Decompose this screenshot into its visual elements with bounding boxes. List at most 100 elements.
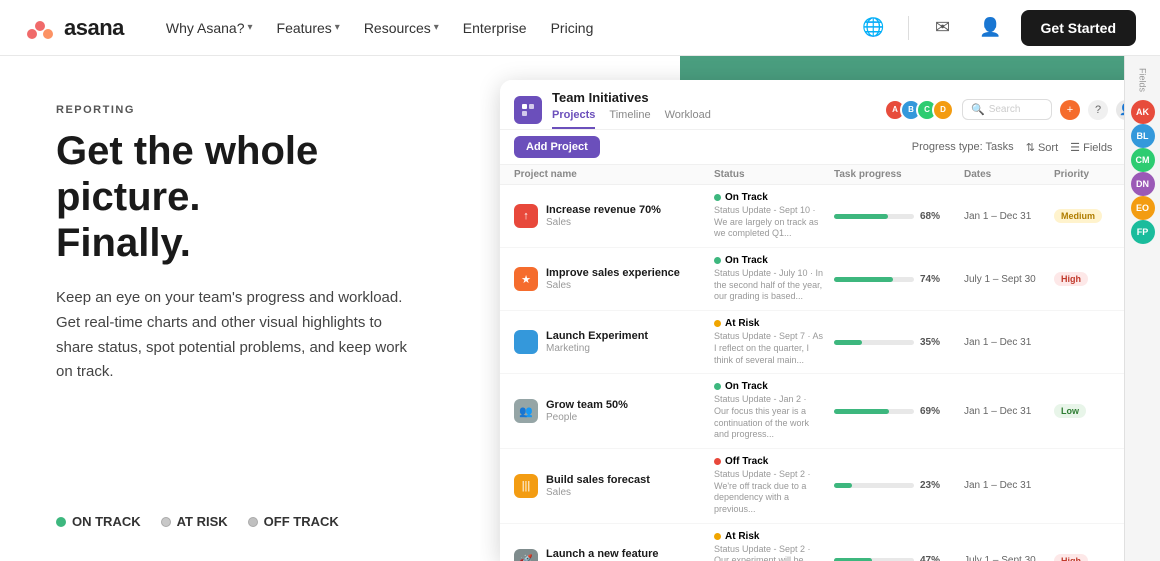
project-cell: 🚀 Launch a new feature Product: [514, 548, 714, 561]
status-badge: At Risk: [714, 531, 834, 542]
globe-icon[interactable]: 🌐: [856, 10, 892, 46]
progress-bar-bg: [834, 483, 914, 488]
status-dot: [714, 257, 721, 264]
project-name: Increase revenue 70%: [546, 204, 661, 217]
priority-badge: High: [1054, 272, 1088, 286]
project-icon: ★: [514, 267, 538, 291]
main-content: REPORTING Get the whole picture. Finally…: [0, 56, 1160, 561]
nav-right: 🌐 ✉ 👤 Get Started: [856, 10, 1136, 46]
table-row[interactable]: ★ Improve sales experience Sales On Trac…: [500, 248, 1150, 311]
dates-cell: Jan 1 – Dec 31: [964, 406, 1054, 417]
tab-projects[interactable]: Projects: [552, 109, 595, 129]
table-row[interactable]: ↑ Increase revenue 70% Sales On Track St…: [500, 185, 1150, 248]
navbar: asana Why Asana? ▾ Features ▾ Resources …: [0, 0, 1160, 56]
message-icon[interactable]: ✉: [925, 10, 961, 46]
side-avatar: FP: [1131, 220, 1155, 244]
widget-header-left: Team Initiatives Projects Timeline Workl…: [514, 90, 711, 129]
get-started-button[interactable]: Get Started: [1021, 10, 1136, 46]
logo[interactable]: asana: [24, 12, 124, 44]
on-track-dot: [56, 517, 66, 527]
nav-resources[interactable]: Resources ▾: [354, 14, 449, 42]
legend-off-track: OFF TRACK: [248, 514, 339, 529]
dates-cell: July 1 – Sept 30: [964, 555, 1054, 561]
table-body: ↑ Increase revenue 70% Sales On Track St…: [500, 185, 1150, 561]
status-cell: On Track Status Update - July 10 · In th…: [714, 255, 834, 303]
status-dot: [714, 458, 721, 465]
project-cell: ||| Build sales forecast Sales: [514, 474, 714, 498]
project-dept: Marketing: [546, 343, 648, 354]
search-icon: 🔍: [971, 103, 985, 116]
side-avatars: AKBLCMDNEOFP: [1131, 100, 1155, 244]
user-icon[interactable]: 👤: [973, 10, 1009, 46]
chevron-down-icon: ▾: [335, 22, 340, 33]
nav-features[interactable]: Features ▾: [267, 14, 350, 42]
tab-workload[interactable]: Workload: [665, 109, 711, 129]
progress-cell: 69%: [834, 406, 964, 417]
priority-cell: Low: [1054, 404, 1124, 418]
sort-button[interactable]: ⇅ Sort: [1026, 141, 1058, 154]
progress-bar-bg: [834, 214, 914, 219]
progress-bar-bg: [834, 277, 914, 282]
widget-header: Team Initiatives Projects Timeline Workl…: [500, 80, 1150, 130]
progress-type-selector[interactable]: Progress type: Tasks: [912, 141, 1014, 153]
progress-bar-bg: [834, 340, 914, 345]
widget-toolbar: Add Project Progress type: Tasks ⇅ Sort …: [500, 130, 1150, 164]
priority-badge: Medium: [1054, 209, 1102, 223]
project-cell: Launch Experiment Marketing: [514, 330, 714, 354]
side-panel: Fields AKBLCMDNEOFP: [1124, 56, 1160, 561]
nav-why-asana[interactable]: Why Asana? ▾: [156, 14, 263, 42]
help-icon[interactable]: ?: [1088, 100, 1108, 120]
priority-cell: High: [1054, 272, 1124, 286]
table-row[interactable]: 🚀 Launch a new feature Product At Risk S…: [500, 524, 1150, 561]
progress-cell: 74%: [834, 274, 964, 285]
nav-pricing[interactable]: Pricing: [541, 14, 604, 42]
reporting-label: REPORTING: [56, 104, 432, 116]
side-avatar: AK: [1131, 100, 1155, 124]
project-cell: ↑ Increase revenue 70% Sales: [514, 204, 714, 228]
status-badge: Off Track: [714, 456, 834, 467]
progress-cell: 35%: [834, 337, 964, 348]
status-update: Status Update - Sept 10 · We are largely…: [714, 205, 824, 240]
project-name: Build sales forecast: [546, 474, 650, 487]
progress-percent: 68%: [920, 211, 946, 222]
project-name: Launch Experiment: [546, 330, 648, 343]
project-cell: 👥 Grow team 50% People: [514, 399, 714, 423]
tab-timeline[interactable]: Timeline: [609, 109, 650, 129]
status-badge: At Risk: [714, 318, 834, 329]
progress-cell: 47%: [834, 555, 964, 561]
headline: Get the whole picture. Finally.: [56, 128, 432, 266]
hero-content: REPORTING Get the whole picture. Finally…: [56, 104, 432, 385]
side-avatar: DN: [1131, 172, 1155, 196]
progress-bar-fill: [834, 340, 862, 345]
progress-cell: 68%: [834, 211, 964, 222]
project-icon: 🚀: [514, 549, 538, 561]
status-legend: ON TRACK AT RISK OFF TRACK: [56, 498, 432, 529]
off-track-dot: [248, 517, 258, 527]
table-row[interactable]: ||| Build sales forecast Sales Off Track…: [500, 449, 1150, 524]
table-row[interactable]: 👥 Grow team 50% People On Track Status U…: [500, 374, 1150, 449]
side-avatar: EO: [1131, 196, 1155, 220]
nav-enterprise[interactable]: Enterprise: [453, 14, 537, 42]
status-dot: [714, 383, 721, 390]
side-avatar: BL: [1131, 124, 1155, 148]
status-update: Status Update - Sept 7 · As I reflect on…: [714, 331, 824, 366]
add-project-button[interactable]: Add Project: [514, 136, 600, 158]
table-row[interactable]: Launch Experiment Marketing At Risk Stat…: [500, 311, 1150, 374]
dates-cell: Jan 1 – Dec 31: [964, 211, 1054, 222]
widget-header-right: A B C D 🔍 Search + ? 👤: [884, 99, 1136, 121]
subtext: Keep an eye on your team's progress and …: [56, 286, 416, 385]
col-project-name: Project name: [514, 169, 714, 180]
status-dot: [714, 194, 721, 201]
search-box[interactable]: 🔍 Search: [962, 99, 1052, 120]
progress-percent: 47%: [920, 555, 946, 561]
fields-button[interactable]: ☰ Fields: [1070, 141, 1112, 154]
chevron-down-icon: ▾: [434, 22, 439, 33]
status-update: Status Update - Sept 2 · Our experiment …: [714, 544, 824, 561]
header-avatars: A B C D: [884, 99, 954, 121]
fields-icon: ☰: [1070, 142, 1080, 154]
status-badge: On Track: [714, 381, 834, 392]
table-header: Project name Status Task progress Dates …: [500, 164, 1150, 185]
status-badge: On Track: [714, 255, 834, 266]
legend-on-track: ON TRACK: [56, 514, 141, 529]
add-icon[interactable]: +: [1060, 100, 1080, 120]
